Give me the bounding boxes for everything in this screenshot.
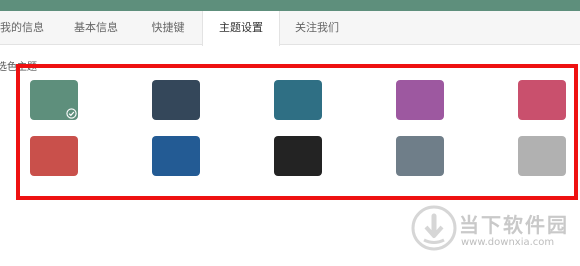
tab-theme-settings[interactable]: 主题设置: [202, 11, 280, 46]
theme-swatch-green[interactable]: [30, 80, 78, 120]
watermark-url: www.downxia.com: [461, 237, 555, 248]
theme-swatch-gray[interactable]: [518, 136, 566, 176]
top-header-bar: [0, 0, 580, 11]
tab-my-info[interactable]: 我的信息: [0, 11, 52, 45]
theme-swatch-pink[interactable]: [518, 80, 566, 120]
theme-swatch-slate[interactable]: [396, 136, 444, 176]
settings-tab-bar: 我的信息 基本信息 快捷键 主题设置 关注我们: [0, 11, 580, 46]
theme-swatch-blue[interactable]: [152, 136, 200, 176]
watermark-title: 当下软件园: [459, 213, 569, 237]
check-circle-icon: [66, 108, 77, 119]
theme-swatch-black[interactable]: [274, 136, 322, 176]
theme-swatch-red[interactable]: [30, 136, 78, 176]
theme-swatch-teal[interactable]: [274, 80, 322, 120]
tab-follow-us[interactable]: 关注我们: [282, 11, 352, 45]
tab-shortcuts[interactable]: 快捷键: [138, 11, 198, 45]
theme-swatch-purple[interactable]: [396, 80, 444, 120]
tab-basic-info[interactable]: 基本信息: [62, 11, 130, 45]
theme-swatch-navy[interactable]: [152, 80, 200, 120]
watermark: 当下软件园 www.downxia.com: [411, 205, 571, 255]
downxia-logo-icon: [411, 205, 457, 251]
